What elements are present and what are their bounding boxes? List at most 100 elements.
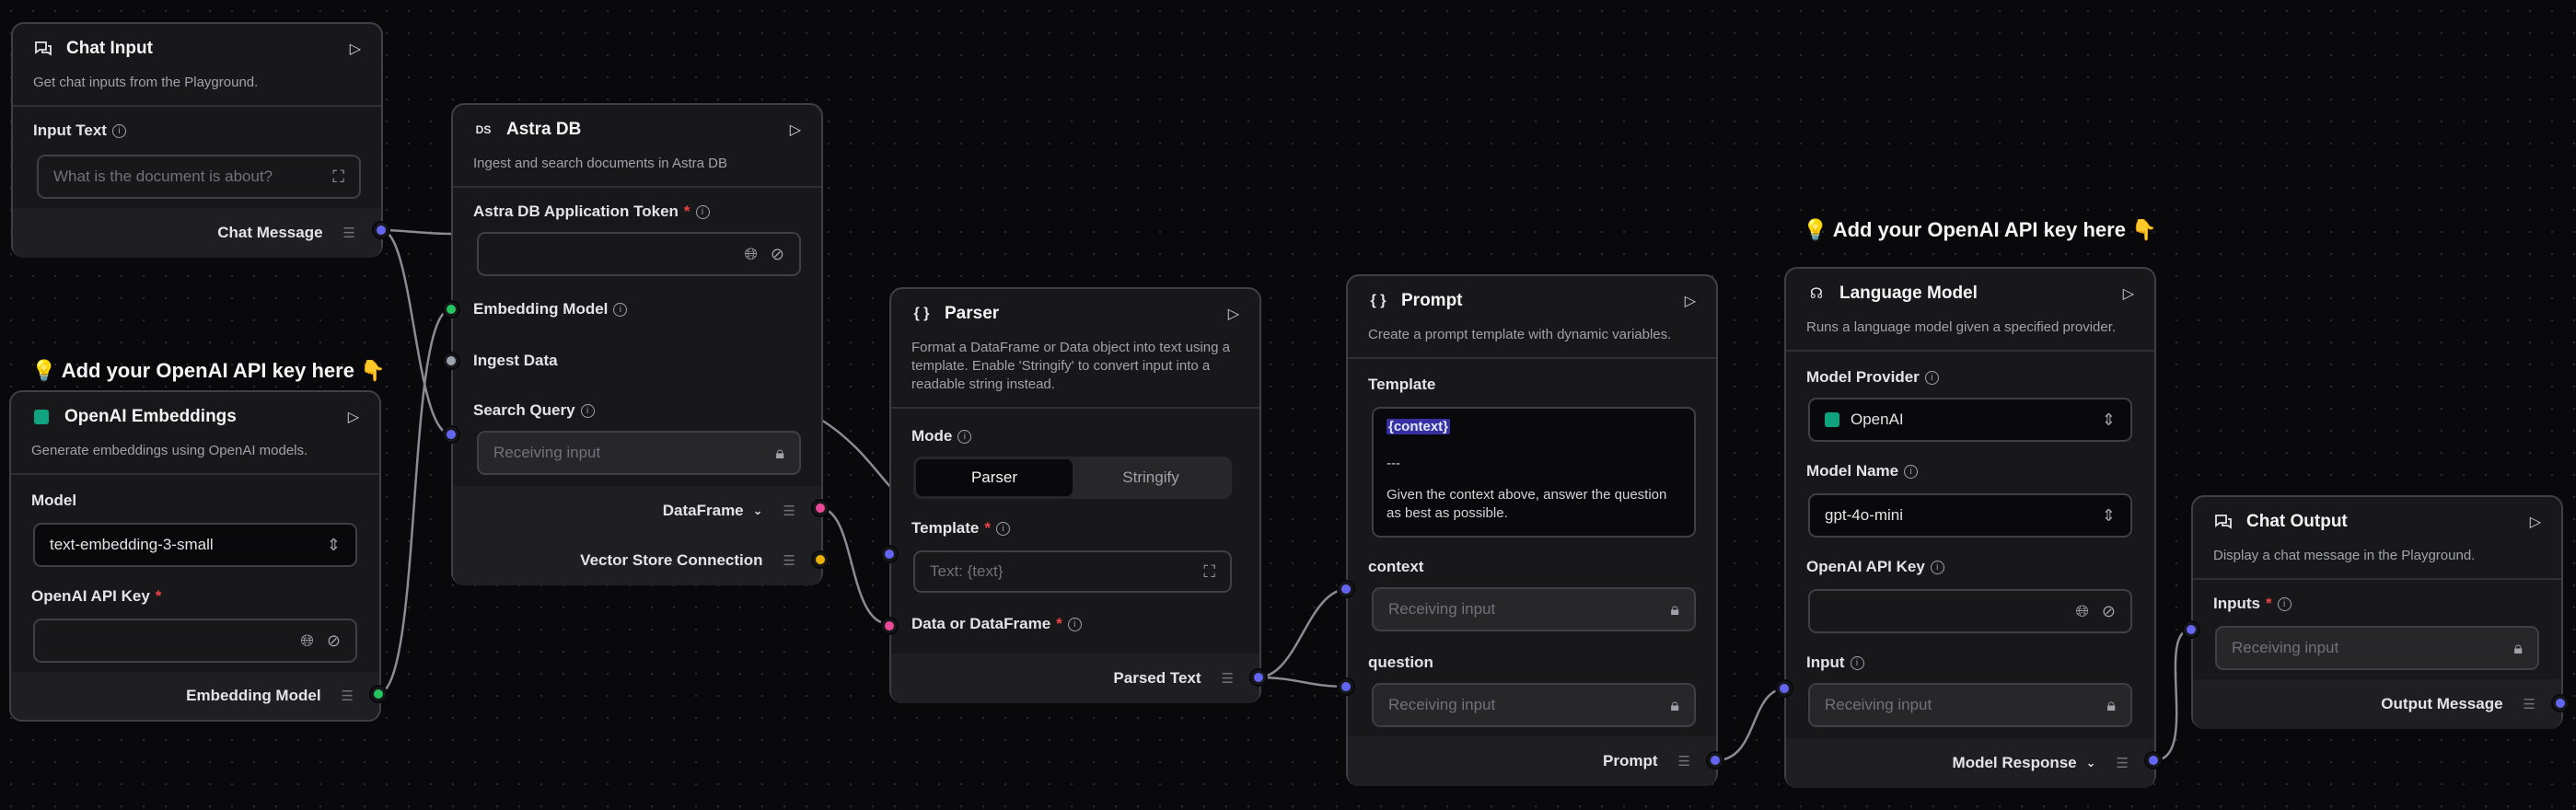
lm-input-handle[interactable] bbox=[1777, 681, 1792, 696]
language-model-node[interactable]: ☊ Language Model ▷ Runs a language model… bbox=[1784, 267, 2156, 788]
question-field[interactable]: Receiving input 🔒︎ bbox=[1372, 683, 1696, 727]
globe-icon[interactable]: 🌐︎ bbox=[745, 245, 758, 264]
template-textarea[interactable]: {context} --- Given the context above, a… bbox=[1372, 407, 1696, 538]
info-icon[interactable]: i bbox=[111, 123, 126, 138]
chevron-down-icon[interactable]: ⌄ bbox=[2086, 756, 2096, 770]
template-text: Given the context above, answer the ques… bbox=[1387, 487, 1667, 521]
info-icon[interactable]: i bbox=[996, 521, 1010, 536]
input-text-field[interactable]: What is the document is about? ⛶ bbox=[37, 155, 361, 199]
inspect-icon[interactable]: ☰ bbox=[2524, 696, 2535, 712]
eye-off-icon[interactable]: ⊘ bbox=[2102, 602, 2116, 621]
chat-output-output-handle[interactable] bbox=[2553, 696, 2568, 711]
inspect-icon[interactable]: ☰ bbox=[783, 552, 795, 569]
provider-select[interactable]: OpenAI ⇕ bbox=[1808, 398, 2132, 442]
parser-data-input-handle[interactable] bbox=[882, 619, 897, 633]
astra-db-node[interactable]: DS Astra DB ▷ Ingest and search document… bbox=[451, 103, 823, 585]
info-icon[interactable]: i bbox=[1924, 370, 1939, 385]
node-footer: Output Message ☰ bbox=[2193, 679, 2561, 729]
model-name-select[interactable]: gpt-4o-mini ⇕ bbox=[1808, 493, 2132, 538]
chevron-updown-icon: ⇕ bbox=[2101, 505, 2116, 525]
inspect-icon[interactable]: ☰ bbox=[2117, 755, 2129, 771]
inspect-icon[interactable]: ☰ bbox=[343, 225, 355, 241]
eye-off-icon[interactable]: ⊘ bbox=[771, 245, 784, 264]
astra-vector-output-handle[interactable] bbox=[813, 552, 828, 567]
run-button[interactable]: ▷ bbox=[1685, 292, 1696, 310]
node-description: Ingest and search documents in Astra DB bbox=[453, 155, 821, 188]
canvas-background[interactable] bbox=[0, 0, 2576, 810]
run-button[interactable]: ▷ bbox=[790, 121, 801, 139]
run-button[interactable]: ▷ bbox=[1228, 305, 1239, 323]
output-label: Embedding Model bbox=[186, 687, 321, 704]
astra-dataframe-output-handle[interactable] bbox=[813, 501, 828, 515]
mode-option-parser[interactable]: Parser bbox=[916, 459, 1073, 496]
chat-output-node[interactable]: Chat Output ▷ Display a chat message in … bbox=[2191, 495, 2563, 729]
model-name-label: Model Name bbox=[1806, 462, 1899, 480]
chat-input-output-handle[interactable] bbox=[374, 223, 389, 237]
prompt-node[interactable]: { } Prompt ▷ Create a prompt template wi… bbox=[1346, 274, 1718, 786]
info-icon[interactable]: i bbox=[1067, 617, 1082, 631]
expand-icon[interactable]: ⛶ bbox=[1203, 562, 1215, 582]
astra-icon: DS bbox=[475, 123, 492, 136]
inputs-field[interactable]: Receiving input 🔒︎ bbox=[2215, 626, 2539, 670]
astra-search-input-handle[interactable] bbox=[444, 427, 458, 442]
inspect-icon[interactable]: ☰ bbox=[1222, 670, 1234, 687]
info-icon[interactable]: i bbox=[580, 403, 595, 418]
info-icon[interactable]: i bbox=[1850, 655, 1864, 670]
globe-icon[interactable]: 🌐︎ bbox=[2076, 602, 2089, 621]
input-field[interactable]: Receiving input 🔒︎ bbox=[1808, 683, 2132, 727]
token-field[interactable]: 🌐︎ ⊘ bbox=[477, 232, 801, 276]
data-label: Data or DataFrame bbox=[911, 615, 1051, 632]
prompt-context-input-handle[interactable] bbox=[1339, 582, 1353, 596]
astra-ingest-input-handle[interactable] bbox=[444, 353, 458, 368]
inspect-icon[interactable]: ☰ bbox=[342, 688, 354, 704]
info-icon[interactable]: i bbox=[957, 429, 972, 444]
embeddings-output-handle[interactable] bbox=[371, 687, 386, 701]
node-footer: DataFrame ⌄ ☰ Vector Store Connection ☰ bbox=[453, 486, 821, 585]
node-description: Generate embeddings using OpenAI models. bbox=[11, 442, 379, 475]
output-label: Parsed Text bbox=[1113, 669, 1201, 687]
braces-icon: { } bbox=[1370, 293, 1387, 308]
prompt-output-handle[interactable] bbox=[1708, 753, 1723, 768]
info-icon[interactable]: i bbox=[2277, 596, 2292, 611]
parser-output-handle[interactable] bbox=[1251, 670, 1266, 685]
output-label[interactable]: Model Response bbox=[1953, 754, 2077, 772]
parser-top-input-handle[interactable] bbox=[882, 547, 897, 561]
run-button[interactable]: ▷ bbox=[350, 40, 361, 58]
inspect-icon[interactable]: ☰ bbox=[783, 503, 795, 519]
lm-output-handle[interactable] bbox=[2146, 753, 2161, 768]
api-key-field[interactable]: 🌐︎ ⊘ bbox=[33, 619, 357, 663]
inspect-icon[interactable]: ☰ bbox=[1678, 753, 1690, 770]
search-query-field[interactable]: Receiving input 🔒︎ bbox=[477, 431, 801, 475]
globe-icon[interactable]: 🌐︎ bbox=[301, 631, 314, 651]
run-button[interactable]: ▷ bbox=[348, 408, 359, 426]
node-footer: Prompt ☰ bbox=[1348, 736, 1716, 786]
note-left: 💡 Add your OpenAI API key here 👇 bbox=[31, 359, 386, 382]
model-select[interactable]: text-embedding-3-small ⇕ bbox=[33, 523, 357, 567]
parser-node[interactable]: { } Parser ▷ Format a DataFrame or Data … bbox=[889, 287, 1261, 703]
chat-output-input-handle[interactable] bbox=[2184, 622, 2199, 637]
output-dataframe-label[interactable]: DataFrame bbox=[663, 502, 744, 520]
chat-input-node[interactable]: Chat Input ▷ Get chat inputs from the Pl… bbox=[11, 22, 383, 258]
info-icon[interactable]: i bbox=[695, 204, 710, 219]
api-key-field[interactable]: 🌐︎ ⊘ bbox=[1808, 589, 2132, 633]
astra-embedding-input-handle[interactable] bbox=[444, 302, 458, 317]
token-label: Astra DB Application Token bbox=[473, 202, 679, 220]
info-icon[interactable]: i bbox=[1904, 464, 1919, 479]
openai-embeddings-node[interactable]: OpenAI Embeddings ▷ Generate embeddings … bbox=[9, 390, 381, 722]
run-button[interactable]: ▷ bbox=[2530, 513, 2541, 531]
context-field[interactable]: Receiving input 🔒︎ bbox=[1372, 587, 1696, 631]
chevron-down-icon[interactable]: ⌄ bbox=[753, 503, 763, 518]
mode-option-stringify[interactable]: Stringify bbox=[1073, 459, 1229, 496]
chat-icon bbox=[2213, 512, 2234, 532]
info-icon[interactable]: i bbox=[1930, 560, 1944, 574]
question-label: question bbox=[1368, 654, 1433, 671]
node-title: Language Model bbox=[1839, 284, 1978, 303]
mode-toggle[interactable]: Parser Stringify bbox=[913, 457, 1232, 499]
run-button[interactable]: ▷ bbox=[2123, 284, 2134, 303]
expand-icon[interactable]: ⛶ bbox=[332, 168, 344, 187]
eye-off-icon[interactable]: ⊘ bbox=[327, 631, 341, 651]
info-icon[interactable]: i bbox=[613, 302, 628, 317]
template-field[interactable]: Text: {text} ⛶ bbox=[913, 550, 1232, 593]
prompt-question-input-handle[interactable] bbox=[1339, 679, 1353, 694]
api-key-label: OpenAI API Key bbox=[1806, 558, 1925, 575]
